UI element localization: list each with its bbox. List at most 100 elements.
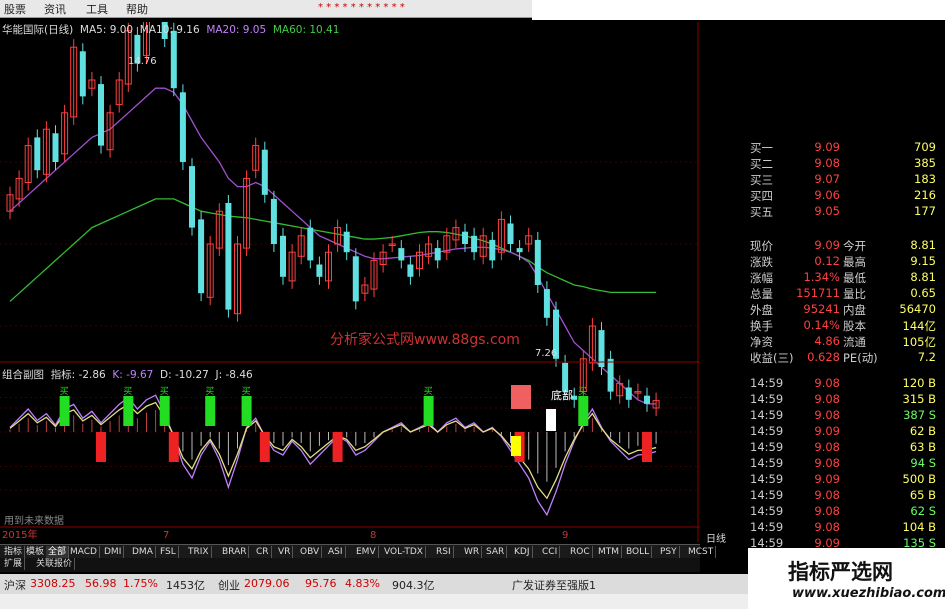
tab-dmi[interactable]: DMI: [102, 546, 125, 558]
bid-volume: 177: [914, 204, 936, 218]
stat-label-2: PE(动): [843, 351, 878, 365]
candle-body: [471, 235, 478, 253]
tick-price: 9.09: [814, 472, 840, 486]
stat-label: 外盘: [750, 303, 773, 317]
buy-signal-bar: [205, 396, 216, 426]
menu-news[interactable]: 资讯: [44, 1, 66, 17]
stat-value: 95241: [803, 302, 840, 316]
tick-row: 14:59 9.09 500 B: [700, 472, 940, 488]
tab-boll[interactable]: BOLL: [624, 546, 653, 558]
bid-price: 9.06: [814, 188, 840, 202]
sell-signal-bar: [332, 432, 343, 462]
tab-macd[interactable]: MACD: [68, 546, 100, 558]
tick-time: 14:59: [750, 520, 784, 534]
stat-value-2: 0.65: [910, 286, 936, 300]
low-label: 7.26: [535, 348, 557, 359]
quote-panel: 买一 9.09 709 买二 9.08 385 买三 9.07 183 买四 9.06 216 买五 9.…: [700, 140, 945, 566]
bid-row: 买五 9.05 177: [700, 204, 940, 220]
ma60-label: MA60: 10.41: [272, 24, 340, 36]
tab-全部[interactable]: 全部: [46, 546, 70, 558]
stat-label-2: 流通: [843, 335, 866, 349]
tab-fsl[interactable]: FSL: [158, 546, 179, 558]
candle-body: [598, 330, 605, 367]
tab-kdj[interactable]: KDJ: [512, 546, 533, 558]
menu-stock[interactable]: 股票: [4, 1, 26, 17]
tab-obv[interactable]: OBV: [298, 546, 323, 558]
menu-help[interactable]: 帮助: [126, 1, 148, 17]
tab-模板[interactable]: 模板: [24, 546, 48, 558]
candle-body: [407, 264, 414, 277]
bid-volume: 183: [914, 172, 936, 186]
tab-指标[interactable]: 指标: [2, 546, 26, 558]
tab-mcst[interactable]: MCST: [686, 546, 717, 558]
candle-body: [462, 231, 468, 244]
tab-asi[interactable]: ASI: [326, 546, 346, 558]
sell-signal-bar: [168, 432, 179, 462]
tab-wr[interactable]: WR: [462, 546, 483, 558]
bottom-signal-bar: [546, 409, 556, 431]
brand-watermark: 指标严选网 www.xuezhibiao.com: [748, 548, 945, 609]
buy-signal-bar: [423, 396, 434, 426]
menu-tools[interactable]: 工具: [86, 1, 108, 17]
buy-signal-bar: [123, 396, 134, 426]
stat-label-2: 最低: [843, 271, 866, 285]
sub-ind: 指标: -2.86: [50, 369, 106, 381]
ma10-label: MA10: 9.16: [139, 24, 200, 36]
yellow-signal-bar: [511, 436, 521, 456]
tab-vol-tdx[interactable]: VOL-TDX: [382, 546, 426, 558]
stat-label: 总量: [750, 287, 773, 301]
buy-signal-label: 买: [60, 386, 69, 397]
stat-label-2: 今开: [843, 239, 866, 253]
stat-label-2: 内盘: [843, 303, 866, 317]
sh-amount: 1453亿: [166, 579, 205, 592]
tab-dma[interactable]: DMA: [130, 546, 156, 558]
stat-row: 外盘 95241 内盘 56470: [700, 302, 940, 318]
stat-row: 总量 151711 量比 0.65: [700, 286, 940, 302]
sh-change: 56.98: [85, 577, 117, 590]
tick-time: 14:59: [750, 504, 784, 518]
cy-value: 2079.06: [244, 577, 290, 590]
tab-sar[interactable]: SAR: [484, 546, 508, 558]
tab-vr[interactable]: VR: [276, 546, 294, 558]
x-label-aug: 8: [370, 530, 376, 541]
bid-label: 买五: [750, 205, 773, 219]
tick-price: 9.08: [814, 504, 840, 518]
stat-value: 4.86: [814, 334, 840, 348]
x-label-jul: 7: [163, 530, 169, 541]
tick-volume: 500 B: [902, 472, 937, 486]
cy-label: 创业: [218, 579, 240, 592]
stat-label: 换手: [750, 319, 773, 333]
buy-signal-bar: [241, 396, 252, 426]
stat-value: 9.09: [814, 238, 840, 252]
tick-price: 9.08: [814, 408, 840, 422]
tab-rsi[interactable]: RSI: [434, 546, 454, 558]
stat-row: 收益(三) 0.628 PE(动) 7.2: [700, 350, 940, 366]
tab-mtm[interactable]: MTM: [596, 546, 623, 558]
candle-body: [398, 248, 405, 261]
tab-brar[interactable]: BRAR: [220, 546, 250, 558]
bid-row: 买三 9.07 183: [700, 172, 940, 188]
tick-time: 14:59: [750, 424, 784, 438]
tick-time: 14:59: [750, 472, 784, 486]
buy-signal-label: 买: [578, 386, 587, 397]
tab-trix[interactable]: TRIX: [186, 546, 212, 558]
tab-psy[interactable]: PSY: [658, 546, 680, 558]
watermark-text: 分析家公式网www.88gs.com: [330, 331, 520, 348]
tab-cci[interactable]: CCI: [540, 546, 561, 558]
tab-related[interactable]: 关联报价: [34, 558, 76, 570]
candle-body: [179, 92, 186, 162]
stat-value-2: 7.2: [917, 350, 936, 364]
tab-expand[interactable]: 扩展: [2, 558, 26, 570]
stat-label: 涨跌: [750, 255, 773, 269]
stat-value: 0.628: [807, 350, 840, 364]
candle-body: [534, 239, 541, 285]
period-label[interactable]: 日线: [706, 530, 726, 545]
tick-volume: 62 S: [910, 504, 936, 518]
stat-value-2: 56470: [899, 302, 936, 316]
tab-emv[interactable]: EMV: [354, 546, 379, 558]
tab-roc[interactable]: ROC: [568, 546, 593, 558]
tick-price: 9.08: [814, 456, 840, 470]
cy-change: 95.76: [305, 577, 337, 590]
tick-volume: 387 S: [903, 408, 936, 422]
tab-cr[interactable]: CR: [254, 546, 272, 558]
